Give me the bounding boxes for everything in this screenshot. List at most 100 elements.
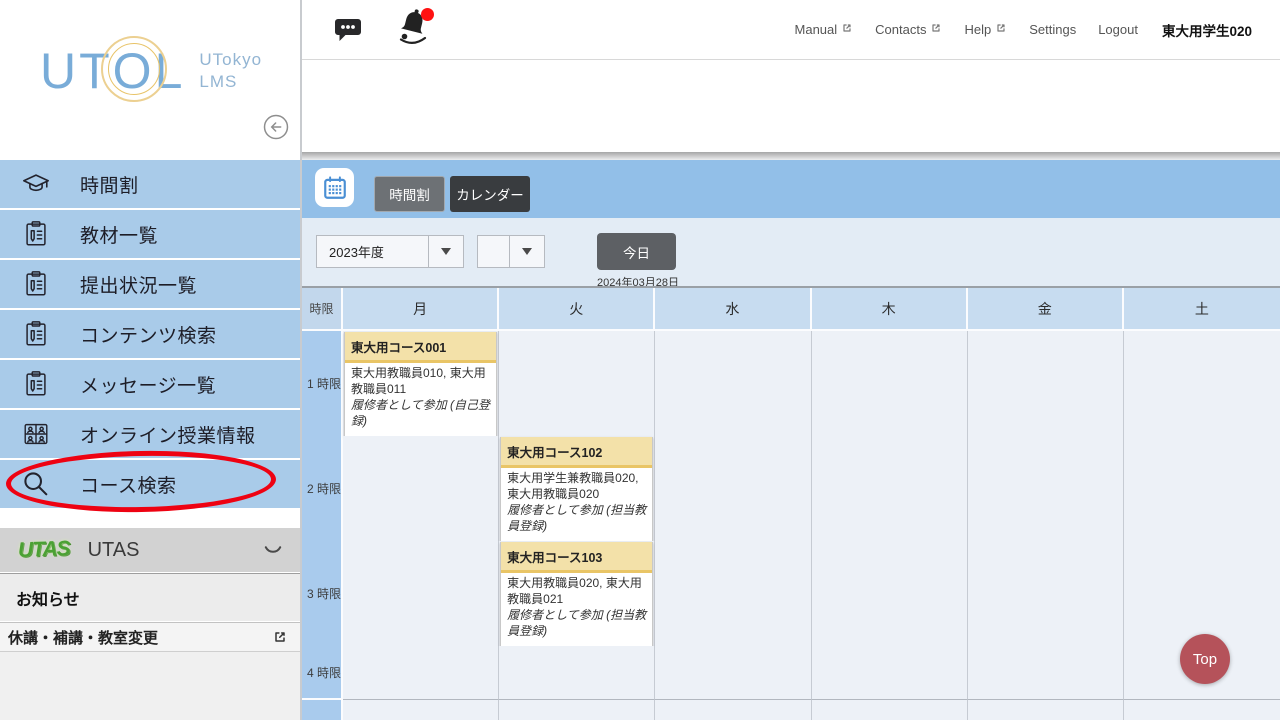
timetable-cell: 東大用コース103東大用教職員020, 東大用教職員021履修者として参加 (担… <box>499 541 655 649</box>
course-card[interactable]: 東大用コース103東大用教職員020, 東大用教職員021履修者として参加 (担… <box>500 542 653 648</box>
sidebar-item-label: メッセージ一覧 <box>80 371 216 398</box>
course-details: 東大用教職員010, 東大用教職員011履修者として参加 (自己登録) <box>345 363 496 437</box>
notification-badge <box>421 8 434 21</box>
year-select[interactable]: 2023年度 <box>316 235 464 268</box>
period-label: 4 時限 <box>302 646 343 700</box>
sidebar-item-timetable[interactable]: 時間割 <box>0 160 300 208</box>
sidebar-item-label: コース検索 <box>80 471 177 498</box>
timetable-cell <box>343 700 499 720</box>
timetable-row: 2 時限 東大用コース102東大用学生兼教職員020, 東大用教職員020履修者と… <box>302 436 1280 541</box>
timetable-body: 1 時限東大用コース001東大用教職員010, 東大用教職員011履修者として参… <box>302 331 1280 720</box>
sidebar-footer-area <box>0 651 300 720</box>
timetable-header-row: 時限月火水木金土 <box>302 288 1280 331</box>
topbar-link-label: Help <box>964 22 991 37</box>
course-role: 履修者として参加 (担当教員登録) <box>507 503 646 535</box>
filter-bar: 2023年度 今日 2024年03月28日 <box>302 218 1280 286</box>
period-label: 1 時限 <box>302 331 343 439</box>
timetable-cell <box>343 646 499 700</box>
clipboard-icon <box>21 319 53 349</box>
timetable-cell <box>655 646 811 700</box>
external-link-icon <box>841 22 853 37</box>
timetable-cell <box>812 331 968 439</box>
timetable-cell <box>343 541 499 649</box>
term-select[interactable] <box>477 235 545 268</box>
external-link-icon <box>272 629 288 645</box>
timetable-cell <box>812 541 968 649</box>
course-teachers: 東大用教職員020, 東大用教職員021 <box>507 576 642 606</box>
sidebar-item-submission-status[interactable]: 提出状況一覧 <box>0 260 300 308</box>
timetable-toolbar: 時間割 カレンダー <box>302 160 1280 218</box>
timetable-row: 4 時限 <box>302 646 1280 700</box>
chevron-down-icon <box>509 236 544 267</box>
period-label: 2 時限 <box>302 436 343 544</box>
course-card[interactable]: 東大用コース001東大用教職員010, 東大用教職員011履修者として参加 (自… <box>344 332 497 438</box>
sidebar-item-notices[interactable]: お知らせ <box>0 573 300 621</box>
year-select-value: 2023年度 <box>317 236 428 267</box>
topbar-link-logout[interactable]: Logout <box>1098 22 1138 37</box>
sidebar-item-online-class-info[interactable]: オンライン授業情報 <box>0 410 300 458</box>
today-button[interactable]: 今日 <box>597 233 676 270</box>
utas-logo-icon: UTAS <box>18 537 70 563</box>
timetable-cell <box>1124 331 1280 439</box>
course-title: 東大用コース103 <box>501 542 652 573</box>
class-cancellation-label: 休講・補講・教室変更 <box>8 627 158 648</box>
notifications-bell-icon[interactable] <box>394 6 434 48</box>
sidebar-item-label: コンテンツ検索 <box>80 321 217 348</box>
clipboard-icon <box>21 219 53 249</box>
course-teachers: 東大用教職員010, 東大用教職員011 <box>351 366 486 396</box>
chevron-down-icon <box>264 545 282 555</box>
tab-timetable[interactable]: 時間割 <box>374 176 445 212</box>
topbar-link-settings[interactable]: Settings <box>1029 22 1076 37</box>
timetable-cell <box>655 331 811 439</box>
period-label: 3 時限 <box>302 541 343 649</box>
day-header: 水 <box>655 288 811 331</box>
clipboard-icon <box>21 269 53 299</box>
term-select-value <box>478 236 509 267</box>
sidebar-item-contents-search[interactable]: コンテンツ検索 <box>0 310 300 358</box>
search-icon <box>21 469 53 499</box>
timetable-cell <box>968 700 1124 720</box>
utol-logo: UTOL UTokyo LMS <box>40 46 262 96</box>
topbar-link-label: Logout <box>1098 22 1138 37</box>
arrow-left-circle-icon <box>262 128 290 145</box>
scroll-to-top-button[interactable]: Top <box>1180 634 1230 684</box>
timetable-cell: 東大用コース001東大用教職員010, 東大用教職員011履修者として参加 (自… <box>343 331 499 439</box>
sidebar-nav: 時間割教材一覧提出状況一覧コンテンツ検索メッセージ一覧オンライン授業情報コース検… <box>0 160 300 510</box>
sidebar-collapse-button[interactable] <box>262 113 290 141</box>
topbar-link-help[interactable]: Help <box>964 22 1007 37</box>
day-header: 月 <box>343 288 499 331</box>
user-name: 東大用学生020 <box>1162 20 1252 40</box>
course-card[interactable]: 東大用コース102東大用学生兼教職員020, 東大用教職員020履修者として参加… <box>500 437 653 543</box>
sidebar-item-materials[interactable]: 教材一覧 <box>0 210 300 258</box>
timetable-cell <box>968 646 1124 700</box>
logo-o-halo: O <box>113 46 155 96</box>
sidebar-item-message-list[interactable]: メッセージ一覧 <box>0 360 300 408</box>
course-role: 履修者として参加 (担当教員登録) <box>507 608 646 640</box>
chevron-down-icon <box>428 236 463 267</box>
timetable-cell <box>968 331 1124 439</box>
timetable: 時限月火水木金土 1 時限東大用コース001東大用教職員010, 東大用教職員0… <box>302 286 1280 720</box>
course-details: 東大用教職員020, 東大用教職員021履修者として参加 (担当教員登録) <box>501 573 652 647</box>
sidebar-item-utas[interactable]: UTAS UTAS <box>0 528 300 572</box>
timetable-cell <box>655 541 811 649</box>
timetable-cell <box>812 700 968 720</box>
tab-calendar[interactable]: カレンダー <box>450 176 530 212</box>
timetable-cell: 東大用コース102東大用学生兼教職員020, 東大用教職員020履修者として参加… <box>499 436 655 544</box>
external-link-icon <box>930 22 942 37</box>
sidebar-item-course-search[interactable]: コース検索 <box>0 460 300 508</box>
day-header: 木 <box>812 288 968 331</box>
timetable-row: 5 時限 <box>302 700 1280 720</box>
messages-icon[interactable] <box>332 15 364 49</box>
topbar-link-manual[interactable]: Manual <box>795 22 854 37</box>
timetable-cell <box>499 700 655 720</box>
topbar-link-contacts[interactable]: Contacts <box>875 22 942 37</box>
topbar-links: Manual Contacts Help Settings Logout 東大用学生020 <box>795 0 1252 59</box>
utas-label: UTAS <box>88 539 140 562</box>
course-title: 東大用コース102 <box>501 437 652 468</box>
period-column-header: 時限 <box>302 288 343 331</box>
sidebar-item-label: 時間割 <box>80 171 139 198</box>
sidebar-item-label: 提出状況一覧 <box>80 271 197 298</box>
topbar: Manual Contacts Help Settings Logout 東大用学生020 <box>302 0 1280 60</box>
logo-subtitle: UTokyo LMS <box>199 49 262 93</box>
sidebar-item-class-cancellation[interactable]: 休講・補講・教室変更 <box>0 622 300 651</box>
